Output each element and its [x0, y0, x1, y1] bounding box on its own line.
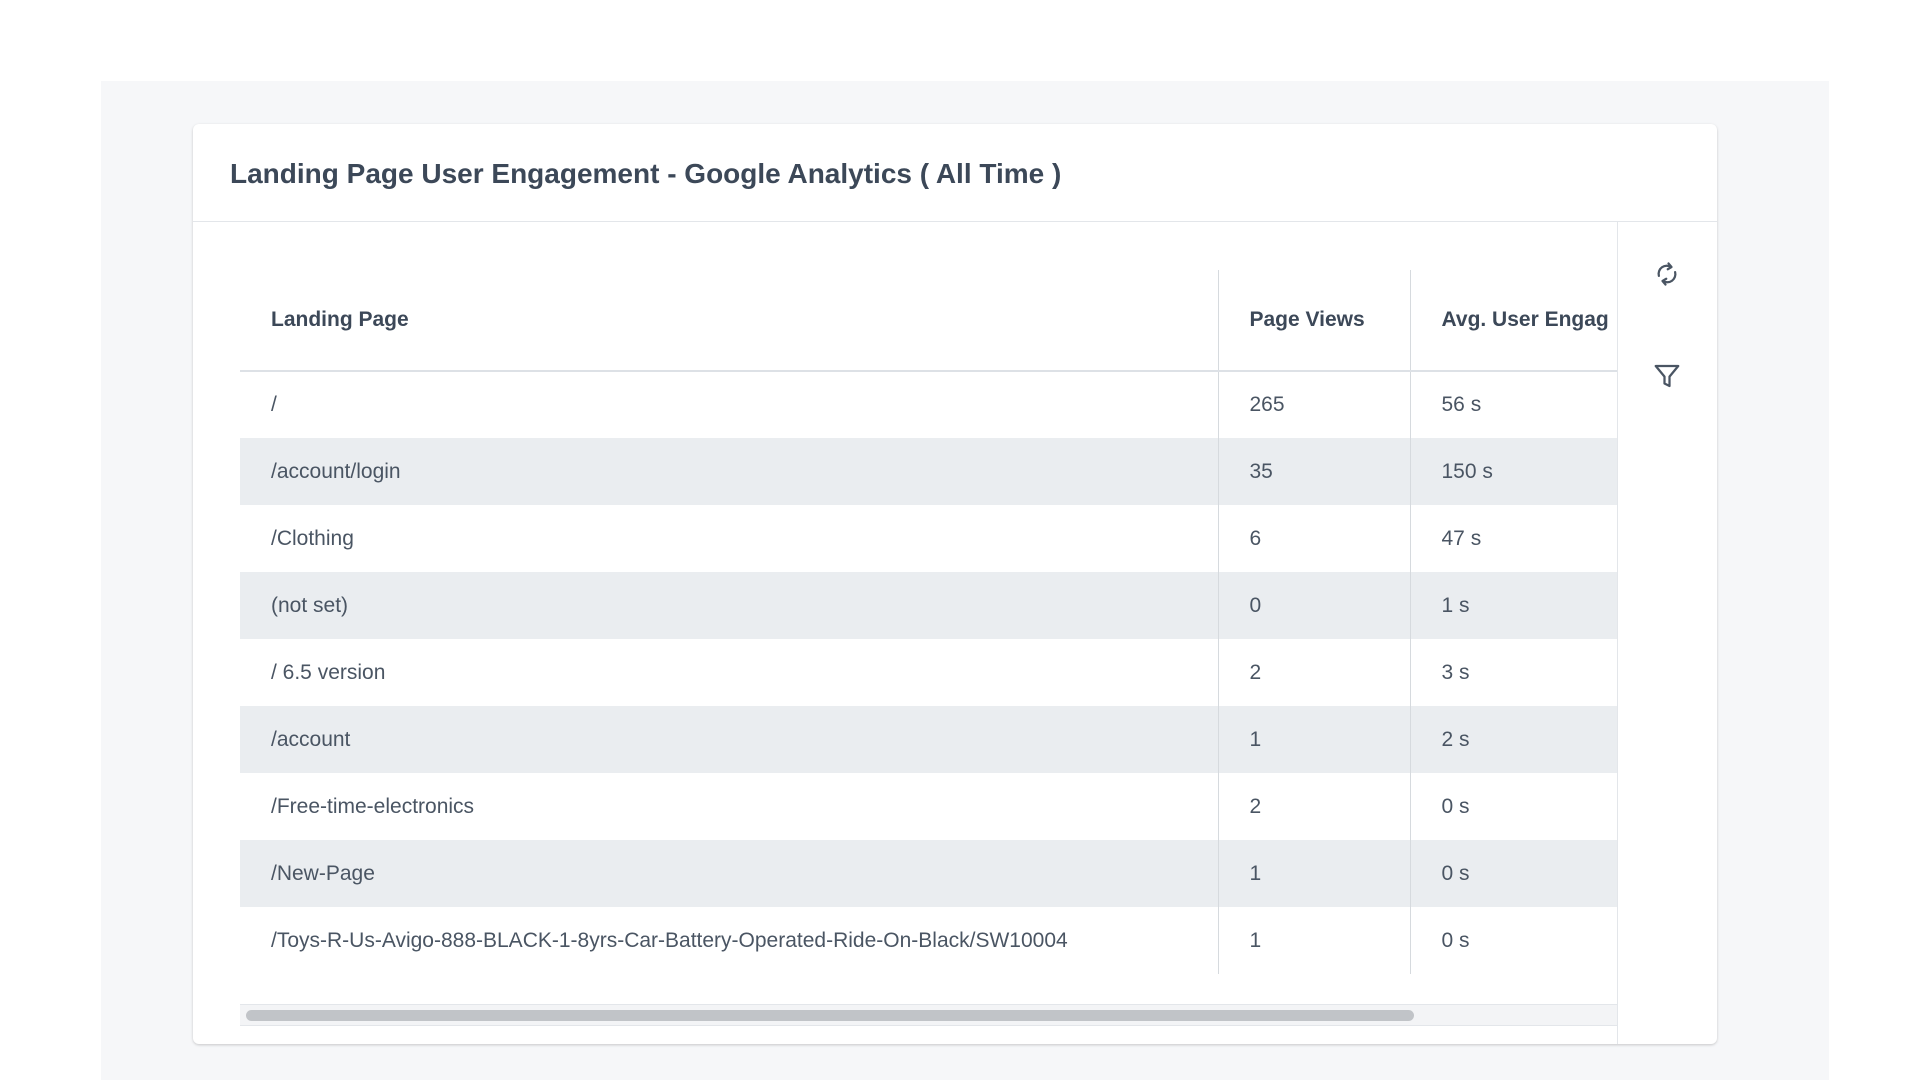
engagement-table: Landing Page Page Views Avg. User Engag …: [240, 270, 1617, 974]
cell-avg-engagement: 150 s: [1409, 438, 1617, 505]
filter-icon: [1654, 364, 1680, 388]
table-header-row: Landing Page Page Views Avg. User Engag: [240, 270, 1617, 372]
cell-avg-engagement: 56 s: [1409, 371, 1617, 438]
cell-page-views: 1: [1217, 840, 1410, 907]
cell-page-views: 1: [1217, 706, 1410, 773]
refresh-icon: [1657, 262, 1677, 286]
cell-page-views: 6: [1217, 505, 1410, 572]
scrollbar-thumb[interactable]: [246, 1010, 1414, 1021]
table-row[interactable]: (not set) 0 1 s: [240, 572, 1617, 639]
cell-landing-page: /New-Page: [240, 840, 1218, 907]
cell-page-views: 35: [1217, 438, 1410, 505]
table-row[interactable]: /Toys-R-Us-Avigo-888-BLACK-1-8yrs-Car-Ba…: [240, 907, 1617, 974]
cell-avg-engagement: 3 s: [1409, 639, 1617, 706]
cell-landing-page: / 6.5 version: [271, 660, 386, 684]
cell-landing-page: /: [271, 393, 277, 416]
cell-landing-page: /account: [240, 706, 1218, 773]
widget-title: Landing Page User Engagement - Google An…: [230, 158, 1062, 189]
cell-landing-page: (not set): [240, 572, 1218, 639]
widget-header: Landing Page User Engagement - Google An…: [193, 124, 1717, 222]
cell-avg-engagement: 0 s: [1409, 907, 1617, 974]
table-row[interactable]: /Clothing 6 47 s: [240, 505, 1617, 572]
table-row[interactable]: /New-Page 1 0 s: [240, 840, 1617, 907]
table-row[interactable]: / 6.5 version 2 3 s: [240, 639, 1617, 706]
filter-button[interactable]: [1643, 352, 1691, 400]
cell-avg-engagement: 47 s: [1409, 505, 1617, 572]
widget-toolbar: [1617, 222, 1717, 1044]
cell-landing-page: /account/login: [240, 438, 1218, 505]
cell-page-views: 2: [1217, 639, 1410, 706]
cell-page-views: 1: [1217, 907, 1410, 974]
cell-page-views: 265: [1217, 371, 1410, 438]
cell-landing-page: /Toys-R-Us-Avigo-888-BLACK-1-8yrs-Car-Ba…: [271, 928, 1068, 952]
column-header-page-views[interactable]: Page Views: [1217, 270, 1410, 372]
horizontal-scrollbar[interactable]: [240, 1004, 1617, 1026]
cell-avg-engagement: 1 s: [1409, 572, 1617, 639]
column-header-landing-page[interactable]: Landing Page: [240, 270, 1218, 372]
table-row[interactable]: /Free-time-electronics 2 0 s: [240, 773, 1617, 840]
cell-avg-engagement: 2 s: [1409, 706, 1617, 773]
cell-landing-page: /Clothing: [271, 526, 354, 550]
cell-avg-engagement: 0 s: [1409, 773, 1617, 840]
cell-landing-page: /Free-time-electronics: [271, 794, 475, 818]
table-row[interactable]: /account 1 2 s: [240, 706, 1617, 773]
table-scroll-area[interactable]: Landing Page Page Views Avg. User Engag …: [240, 270, 1617, 1004]
engagement-widget: Landing Page User Engagement - Google An…: [193, 124, 1717, 1044]
cell-page-views: 2: [1217, 773, 1410, 840]
cell-avg-engagement: 0 s: [1409, 840, 1617, 907]
cell-page-views: 0: [1217, 572, 1410, 639]
widget-body: Landing Page Page Views Avg. User Engag …: [193, 222, 1617, 1044]
column-header-avg-engagement[interactable]: Avg. User Engag: [1409, 270, 1617, 372]
refresh-button[interactable]: [1643, 250, 1691, 298]
table-row[interactable]: / 265 56 s: [240, 371, 1617, 438]
table-row[interactable]: /account/login 35 150 s: [240, 438, 1617, 505]
